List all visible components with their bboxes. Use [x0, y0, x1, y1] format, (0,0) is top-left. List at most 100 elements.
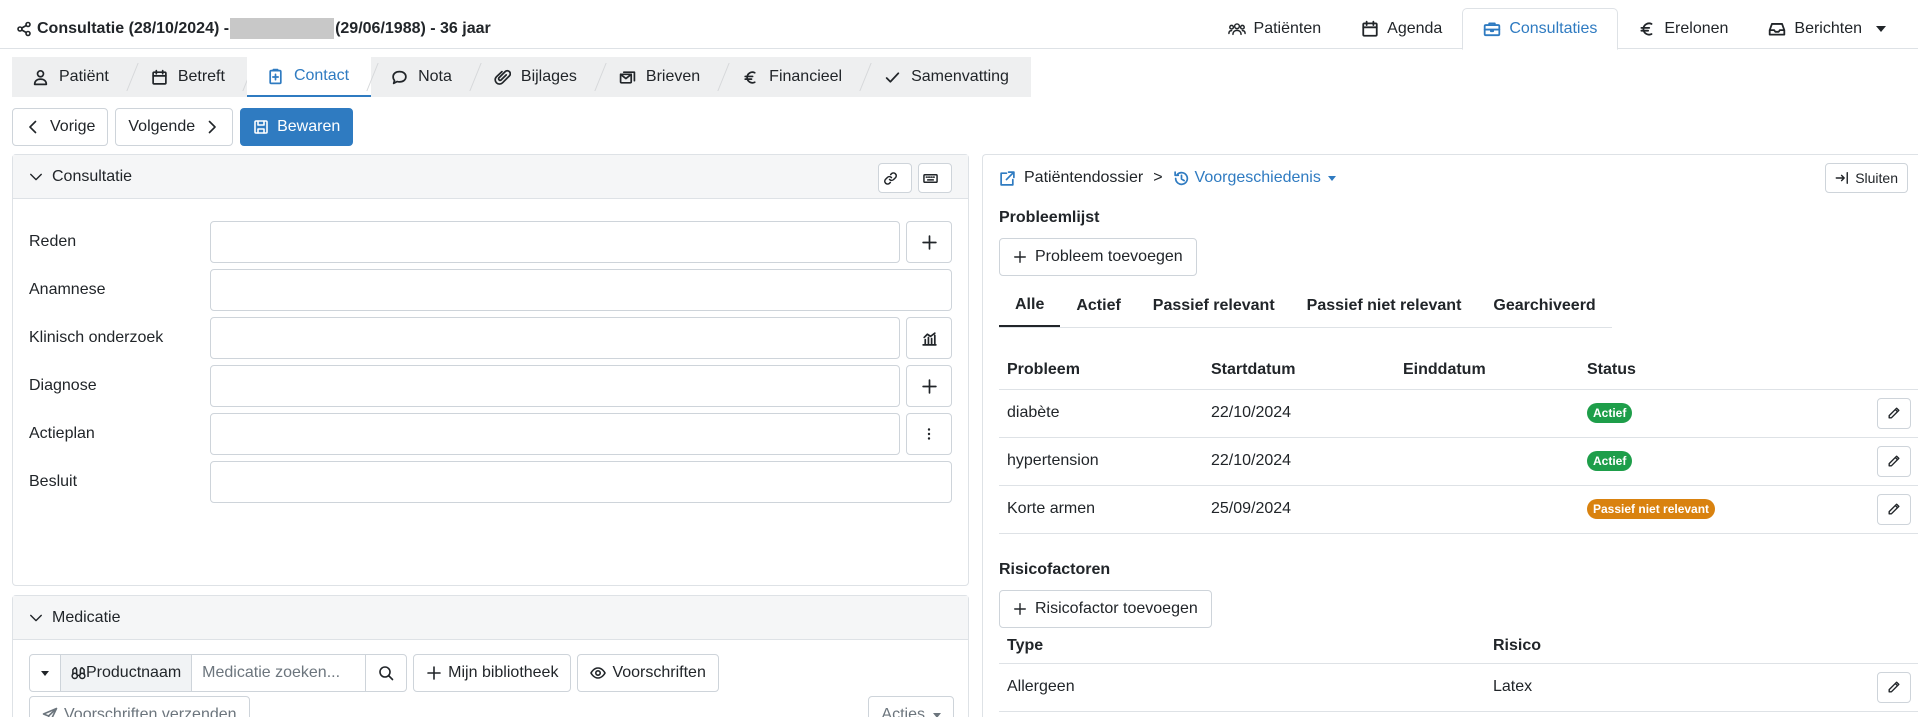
nav-agenda[interactable]: Agenda	[1341, 8, 1462, 50]
top-bar: Consultatie (28/10/2024) - (29/06/1988) …	[0, 0, 1918, 50]
step-label: Betreft	[177, 68, 225, 85]
column-header-actions	[1859, 627, 1918, 664]
add-risk-button[interactable]: Risicofactor toevoegen	[999, 590, 1212, 628]
status-badge: Passief niet relevant	[1587, 499, 1716, 519]
step-brieven[interactable]: Brieven	[599, 57, 722, 97]
einddatum-cell	[1395, 437, 1579, 486]
diagnose-add-button[interactable]	[906, 365, 952, 407]
my-library-button[interactable]: Mijn bibliotheek	[413, 654, 572, 692]
step-bijlages[interactable]: Bijlages	[474, 57, 599, 97]
letters-icon	[619, 70, 636, 84]
field-label: Klinisch onderzoek	[29, 329, 164, 346]
breadcrumb-separator: >	[1153, 169, 1163, 186]
chevron-left-icon	[29, 120, 37, 134]
chevron-down-icon	[30, 173, 42, 180]
actions-cell	[1799, 437, 1918, 486]
step-samenvatting[interactable]: Samenvatting	[864, 57, 1031, 97]
risico-cell: Latex	[1485, 663, 1859, 712]
calendar-icon	[152, 69, 167, 85]
section-title: Consultatie	[52, 167, 133, 185]
previous-button[interactable]: Vorige	[12, 108, 109, 146]
edit-button[interactable]	[1877, 397, 1911, 429]
step-contact[interactable]: Contact	[246, 57, 372, 97]
consultatie-header[interactable]: Consultatie	[13, 155, 968, 199]
send-prescriptions-button[interactable]: Voorschriften verzenden	[29, 696, 250, 717]
medication-search-row: Productnaam Medicatie zoeken... Mijn bib…	[29, 654, 719, 692]
table-header-row: Type Risico	[999, 627, 1918, 664]
step-patient[interactable]: Patiënt	[12, 57, 131, 97]
actions-cell	[1799, 485, 1918, 534]
send-icon	[42, 707, 58, 717]
search-mode-toggle[interactable]	[30, 655, 61, 691]
keyboard-button[interactable]	[918, 163, 952, 193]
step-label: Nota	[418, 68, 452, 85]
risk-table: Type Risico Allergeen Latex	[999, 627, 1918, 712]
breadcrumb-patientendossier[interactable]: Patiëntendossier	[1024, 169, 1143, 187]
acties-dropdown[interactable]: Acties	[868, 696, 954, 717]
search-mode-button[interactable]: Productnaam	[61, 655, 193, 691]
plus-icon	[921, 378, 937, 394]
next-label: Volgende	[128, 118, 196, 135]
status-cell: Actief	[1579, 389, 1799, 438]
probleemlijst-title: Probleemlijst	[999, 209, 1100, 226]
step-financieel[interactable]: Financieel	[722, 57, 864, 97]
field-anamnese: Anamnese	[29, 269, 952, 311]
column-header-actions	[1799, 347, 1918, 390]
euro-icon	[744, 70, 756, 84]
next-button[interactable]: Volgende	[115, 108, 234, 146]
share-icon	[17, 21, 31, 36]
nav-patienten[interactable]: Patiënten	[1208, 8, 1342, 50]
nav-berichten[interactable]: Berichten	[1748, 8, 1906, 50]
main-nav: Patiënten Agenda Consultaties Erelonen B…	[1208, 8, 1906, 50]
edit-button[interactable]	[1877, 445, 1911, 477]
tab-actief[interactable]: Actief	[1060, 285, 1136, 327]
tab-passief-niet-relevant[interactable]: Passief niet relevant	[1291, 285, 1478, 327]
prescriptions-button[interactable]: Voorschriften	[577, 654, 719, 692]
diagnose-input[interactable]	[210, 365, 900, 407]
chevron-down-icon	[30, 614, 42, 621]
step-label: Brieven	[645, 68, 701, 85]
chat-icon	[392, 70, 407, 84]
medication-search-input[interactable]: Medicatie zoeken...	[192, 655, 367, 691]
caret-down-icon	[1327, 175, 1336, 181]
step-nota[interactable]: Nota	[371, 57, 474, 97]
reden-input[interactable]	[210, 221, 900, 263]
search-button[interactable]	[366, 655, 406, 691]
nav-consultaties[interactable]: Consultaties	[1462, 8, 1619, 50]
medicatie-header[interactable]: Medicatie	[13, 596, 968, 640]
link-button[interactable]	[878, 163, 912, 193]
prescriptions-label: Voorschriften	[612, 664, 706, 681]
tab-gearchiveerd[interactable]: Gearchiveerd	[1477, 285, 1611, 327]
startdatum-cell: 22/10/2024	[1203, 389, 1395, 438]
problem-filter-tabs: Alle Actief Passief relevant Passief nie…	[999, 285, 1612, 328]
edit-button[interactable]	[1877, 671, 1911, 703]
table-row: hypertension 22/10/2024 Actief	[999, 437, 1918, 486]
tab-alle[interactable]: Alle	[999, 285, 1061, 327]
save-button[interactable]: Bewaren	[240, 108, 354, 146]
einddatum-cell	[1395, 389, 1579, 438]
pencil-icon	[1888, 681, 1900, 693]
nav-erelonen[interactable]: Erelonen	[1618, 8, 1748, 50]
reden-add-button[interactable]	[906, 221, 952, 263]
actieplan-input[interactable]	[210, 413, 900, 455]
anamnese-input[interactable]	[210, 269, 952, 311]
inbox-icon	[1769, 23, 1786, 36]
eye-icon	[590, 667, 607, 679]
klinisch-onderzoek-chart-button[interactable]	[906, 317, 952, 359]
table-header-row: Probleem Startdatum Einddatum Status	[999, 347, 1918, 390]
section-dropdown[interactable]: Voorgeschiedenis	[1195, 169, 1321, 187]
actieplan-more-button[interactable]	[906, 413, 952, 455]
save-icon	[254, 120, 268, 134]
add-problem-label: Probleem toevoegen	[1035, 248, 1183, 265]
besluit-input[interactable]	[210, 461, 952, 503]
field-label: Diagnose	[29, 377, 97, 394]
clipboard-icon	[269, 68, 282, 84]
tab-passief-relevant[interactable]: Passief relevant	[1137, 285, 1291, 327]
klinisch-onderzoek-input[interactable]	[210, 317, 900, 359]
step-betreft[interactable]: Betreft	[131, 57, 247, 97]
edit-button[interactable]	[1877, 493, 1911, 525]
consultatie-card: Consultatie Reden Anamnese Klinisch onde…	[12, 154, 969, 586]
add-problem-button[interactable]: Probleem toevoegen	[999, 238, 1197, 276]
field-klinisch-onderzoek: Klinisch onderzoek	[29, 317, 952, 359]
close-button[interactable]: Sluiten	[1825, 163, 1908, 193]
